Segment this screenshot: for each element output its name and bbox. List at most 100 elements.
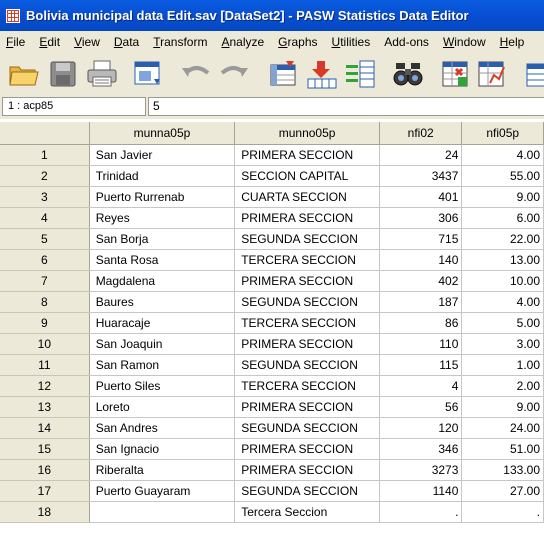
cell-munna05p[interactable]: Huaracaje (89, 312, 236, 334)
cell-munno05p[interactable]: SECCION CAPITAL (234, 165, 380, 187)
cell-nfi05p[interactable]: 6.00 (461, 207, 544, 229)
cell-value-field[interactable]: 5 (148, 97, 544, 116)
row-header[interactable]: 18 (0, 501, 90, 523)
cell-munna05p[interactable]: San Ignacio (89, 438, 236, 460)
menu-analyze[interactable]: Analyze (221, 35, 264, 49)
cell-nfi02[interactable]: 401 (379, 186, 463, 208)
split-file-icon[interactable] (476, 59, 508, 89)
cell-nfi05p[interactable]: . (461, 501, 544, 523)
cell-nfi05p[interactable]: 22.00 (461, 228, 544, 250)
row-header[interactable]: 15 (0, 438, 90, 460)
column-header-nfi05p[interactable]: nfi05p (461, 122, 544, 145)
row-header[interactable]: 10 (0, 333, 90, 355)
cell-nfi02[interactable]: 1140 (379, 480, 463, 502)
row-header[interactable]: 11 (0, 354, 90, 376)
cell-nfi05p[interactable]: 24.00 (461, 417, 544, 439)
cell-munna05p[interactable]: Magdalena (89, 270, 236, 292)
find-icon[interactable] (392, 59, 424, 89)
cell-munno05p[interactable]: PRIMERA SECCION (234, 270, 380, 292)
cell-munna05p[interactable]: Puerto Rurrenab (89, 186, 236, 208)
save-icon[interactable] (48, 59, 80, 89)
cell-munno05p[interactable]: PRIMERA SECCION (234, 207, 380, 229)
cell-munna05p[interactable]: Puerto Guayaram (89, 480, 236, 502)
row-header[interactable]: 8 (0, 291, 90, 313)
menu-graphs[interactable]: Graphs (278, 35, 317, 49)
cell-munno05p[interactable]: SEGUNDA SECCION (234, 417, 380, 439)
cell-nfi02[interactable]: 56 (379, 396, 463, 418)
cell-nfi02[interactable]: 715 (379, 228, 463, 250)
cell-nfi02[interactable]: 140 (379, 249, 463, 271)
cell-nfi05p[interactable]: 9.00 (461, 186, 544, 208)
open-folder-icon[interactable] (8, 59, 40, 89)
cell-nfi05p[interactable]: 1.00 (461, 354, 544, 376)
cell-munna05p[interactable]: Puerto Siles (89, 375, 236, 397)
cell-nfi02[interactable]: 24 (379, 144, 463, 166)
cell-nfi05p[interactable]: 9.00 (461, 396, 544, 418)
column-header-munna05p[interactable]: munna05p (89, 122, 236, 145)
row-header[interactable]: 16 (0, 459, 90, 481)
cell-nfi05p[interactable]: 2.00 (461, 375, 544, 397)
row-header[interactable]: 13 (0, 396, 90, 418)
grid-corner[interactable] (0, 122, 90, 145)
cell-munno05p[interactable]: TERCERA SECCION (234, 249, 380, 271)
cell-nfi05p[interactable]: 3.00 (461, 333, 544, 355)
cell-munno05p[interactable]: CUARTA SECCION (234, 186, 380, 208)
cell-nfi02[interactable]: 110 (379, 333, 463, 355)
menu-file[interactable]: File (6, 35, 25, 49)
row-header[interactable]: 3 (0, 186, 90, 208)
cell-reference-field[interactable]: 1 : acp85 (2, 97, 146, 116)
goto-variable-icon[interactable] (306, 59, 338, 89)
menu-help[interactable]: Help (500, 35, 525, 49)
cell-munno05p[interactable]: SEGUNDA SECCION (234, 291, 380, 313)
cell-nfi02[interactable]: 346 (379, 438, 463, 460)
cell-munno05p[interactable]: SEGUNDA SECCION (234, 228, 380, 250)
cell-nfi02[interactable]: 3273 (379, 459, 463, 481)
undo-icon[interactable] (180, 59, 212, 89)
cell-munno05p[interactable]: Tercera Seccion (234, 501, 380, 523)
column-header-nfi02[interactable]: nfi02 (379, 122, 463, 145)
cell-nfi05p[interactable]: 10.00 (461, 270, 544, 292)
cell-munna05p[interactable]: Baures (89, 291, 236, 313)
row-header[interactable]: 4 (0, 207, 90, 229)
dialog-recall-icon[interactable] (132, 59, 164, 89)
cell-munna05p[interactable]: Riberalta (89, 459, 236, 481)
cell-nfi05p[interactable]: 55.00 (461, 165, 544, 187)
row-header[interactable]: 6 (0, 249, 90, 271)
cell-munna05p[interactable]: San Ramon (89, 354, 236, 376)
cell-munno05p[interactable]: SEGUNDA SECCION (234, 354, 380, 376)
cell-munna05p[interactable]: Loreto (89, 396, 236, 418)
cell-munna05p[interactable] (89, 501, 236, 523)
cell-nfi02[interactable]: . (379, 501, 463, 523)
cell-nfi05p[interactable]: 4.00 (461, 144, 544, 166)
cell-munno05p[interactable]: TERCERA SECCION (234, 375, 380, 397)
cell-munno05p[interactable]: PRIMERA SECCION (234, 438, 380, 460)
cell-munno05p[interactable]: SEGUNDA SECCION (234, 480, 380, 502)
row-header[interactable]: 17 (0, 480, 90, 502)
cell-munna05p[interactable]: Reyes (89, 207, 236, 229)
row-header[interactable]: 14 (0, 417, 90, 439)
row-header[interactable]: 12 (0, 375, 90, 397)
menu-edit[interactable]: Edit (39, 35, 60, 49)
cell-nfi02[interactable]: 306 (379, 207, 463, 229)
cell-nfi02[interactable]: 4 (379, 375, 463, 397)
insert-cases-icon[interactable] (440, 59, 472, 89)
cell-nfi05p[interactable]: 5.00 (461, 312, 544, 334)
cell-munno05p[interactable]: PRIMERA SECCION (234, 396, 380, 418)
menu-view[interactable]: View (74, 35, 100, 49)
cell-munno05p[interactable]: TERCERA SECCION (234, 312, 380, 334)
cell-nfi02[interactable]: 3437 (379, 165, 463, 187)
row-header[interactable]: 1 (0, 144, 90, 166)
cell-nfi05p[interactable]: 51.00 (461, 438, 544, 460)
menu-utilities[interactable]: Utilities (332, 35, 371, 49)
menu-add-ons[interactable]: Add-ons (384, 35, 429, 49)
cell-munna05p[interactable]: Santa Rosa (89, 249, 236, 271)
redo-icon[interactable] (218, 59, 250, 89)
cell-nfi05p[interactable]: 27.00 (461, 480, 544, 502)
row-header[interactable]: 9 (0, 312, 90, 334)
cell-munna05p[interactable]: San Borja (89, 228, 236, 250)
cell-nfi05p[interactable]: 13.00 (461, 249, 544, 271)
row-header[interactable]: 7 (0, 270, 90, 292)
menu-window[interactable]: Window (443, 35, 486, 49)
cell-munna05p[interactable]: San Andres (89, 417, 236, 439)
cell-nfi02[interactable]: 86 (379, 312, 463, 334)
